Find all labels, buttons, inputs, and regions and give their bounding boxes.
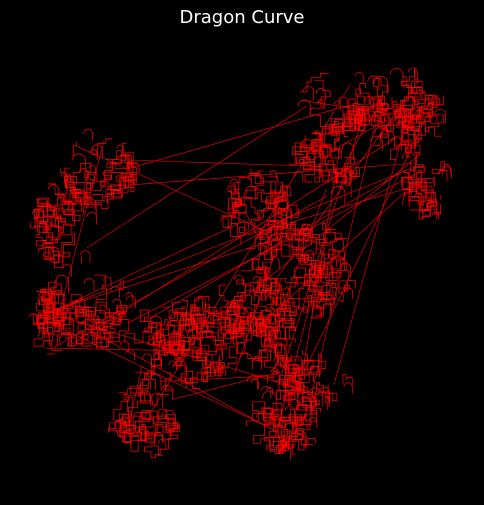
dragon-curve-loops (29, 67, 452, 460)
dragon-curve-line (30, 68, 449, 459)
figure: Dragon Curve (0, 0, 484, 505)
dragon-curve-plot (29, 67, 452, 460)
dragon-curve-strands (36, 84, 438, 435)
